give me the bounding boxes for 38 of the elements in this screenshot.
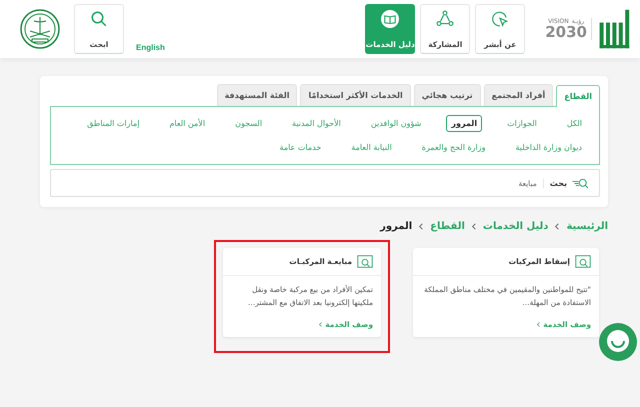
search-window-icon	[575, 255, 591, 268]
filter-chip[interactable]: الأحوال المدنية	[287, 115, 346, 132]
share-nodes-icon	[436, 10, 454, 28]
tab[interactable]: الخدمات الأكثر استخدامًا	[300, 84, 411, 106]
filter-chip[interactable]: الكل	[562, 115, 587, 132]
cursor-circle-icon	[491, 10, 510, 28]
tab[interactable]: ترتيب هجائي	[414, 84, 481, 106]
search-icon	[90, 10, 108, 28]
vision-year: 2030	[545, 25, 587, 40]
tab[interactable]: القطاع	[556, 85, 600, 107]
search-window-icon	[357, 255, 373, 268]
filter-chip[interactable]: ديوان وزارة الداخلية	[510, 139, 587, 156]
filter-chip[interactable]: الأمن العام	[164, 115, 210, 132]
breadcrumb-link[interactable]: دليل الخدمات	[482, 221, 548, 232]
chevron-icon	[419, 223, 424, 230]
breadcrumb-link[interactable]: القطاع	[430, 221, 465, 232]
breadcrumb-link[interactable]: المرور	[380, 221, 412, 232]
chat-assistant-button[interactable]	[598, 322, 638, 362]
search-label: بحث	[542, 178, 567, 188]
emblem-icon	[20, 9, 60, 49]
book-icon	[381, 10, 400, 28]
filter-chip[interactable]: خدمات عامة	[274, 139, 326, 156]
tab[interactable]: الفئة المستهدفة	[216, 84, 298, 106]
chevron-icon	[537, 322, 540, 326]
chevron-icon	[319, 322, 322, 326]
filter-chip[interactable]: السجون	[230, 115, 268, 132]
filter-chip[interactable]: إمارات المناطق	[82, 115, 144, 132]
chevron-icon	[555, 223, 560, 230]
language-link[interactable]: English	[136, 42, 165, 52]
filter-chip[interactable]: الجوازات	[502, 115, 542, 132]
filter-chip[interactable]: النيابة العامة	[346, 139, 397, 156]
breadcrumb-link[interactable]: الرئيسية	[566, 221, 608, 232]
chevron-icon	[472, 223, 476, 230]
filter-chip[interactable]: وزارة الحج والعمرة	[416, 139, 490, 156]
tab[interactable]: أفراد المجتمع	[484, 84, 554, 106]
filter-chip[interactable]: شؤون الوافدين	[366, 115, 426, 132]
filter-chip[interactable]: المرور	[446, 115, 482, 132]
search-icon	[571, 176, 589, 190]
